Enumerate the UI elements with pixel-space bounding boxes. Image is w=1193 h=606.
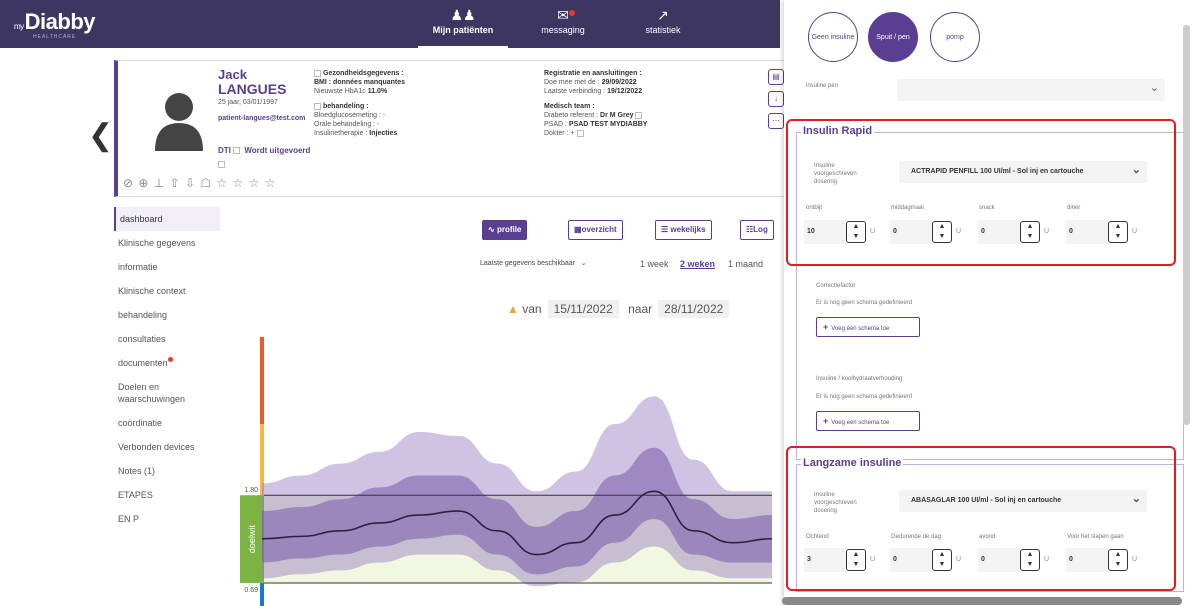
sidebar-item-documents[interactable]: documenten [114, 351, 220, 375]
sidebar-item-coordination[interactable]: coördinatie [114, 411, 220, 435]
plus-icon: + [823, 322, 829, 332]
pill-no-insulin[interactable]: Geen insuline [808, 12, 858, 62]
weekly-button[interactable]: ☰ wekelijks [655, 220, 712, 240]
patient-first-name: Jack [218, 67, 247, 82]
sidebar-item-enp[interactable]: EN P [114, 507, 220, 531]
period-1-month[interactable]: 1 maand [728, 259, 763, 269]
ratio-empty: Er is nog geen schema gedefinieerd [816, 394, 913, 400]
nav-patients[interactable]: ♟♟ Mijn patiënten [418, 5, 508, 48]
users-icon: ♟♟ [450, 7, 476, 23]
chart-icon: ↗ [657, 7, 669, 23]
plus-icon: + [823, 416, 829, 426]
sidebar-item-goals[interactable]: Doelen en waarschuwingen [114, 375, 220, 411]
overview-button[interactable]: ▦overzicht [568, 220, 623, 240]
add-schema-button[interactable]: + Voeg een schema toe [816, 411, 920, 431]
sidebar-item-dashboard[interactable]: dashboard [114, 207, 220, 231]
sidebar-item-notes[interactable]: Notes (1) [114, 459, 220, 483]
sidebar-item-etapes[interactable]: ETAPES [114, 483, 220, 507]
date-from-input[interactable]: 15/11/2022 [547, 300, 619, 318]
sidebar-item-information[interactable]: informatie [114, 255, 220, 279]
registration-column: Registratie en aansluitingen : Doe mee m… [544, 70, 648, 137]
logo-subtitle: HEALTHCARE [33, 34, 77, 40]
patient-card: Jack LANGUES 25 jaar, 03/01/1997 patient… [114, 60, 790, 197]
sidebar: dashboard Klinische gegevens informatie … [114, 207, 220, 606]
profile-button[interactable]: ∿ profile [482, 220, 528, 240]
add-schema-button[interactable]: + Voeg een schema toe [816, 317, 920, 337]
glucose-profile-chart: 1.80 0.69 doelwit [240, 337, 773, 606]
patient-age: 25 jaar, 03/01/1997 [218, 99, 278, 106]
correction-label: Correctiefactor [816, 283, 856, 289]
horizontal-scrollbar[interactable] [782, 597, 1182, 605]
highlight-rapid [786, 119, 1176, 266]
patient-last-name: LANGUES [218, 81, 287, 97]
pill-pump[interactable]: pomp [930, 12, 980, 62]
pill-syringe-pen[interactable]: Spuit / pen [868, 12, 918, 62]
patient-action-icons[interactable]: ⊘ ⊕ ⊥ ⇧ ⇩ ☖ ☆ ☆ ☆ ☆ [123, 176, 276, 190]
vertical-scrollbar[interactable] [1183, 25, 1190, 425]
sidebar-item-clinical-context[interactable]: Klinische context [114, 279, 220, 303]
patient-email[interactable]: patient-langues@test.com [218, 113, 308, 124]
correction-empty: Er is nog geen schema gedefinieerd [816, 300, 913, 306]
date-to-input[interactable]: 28/11/2022 [658, 300, 730, 318]
ratio-label: Insuline / koolhydraatverhouding [816, 376, 903, 382]
nav-statistics[interactable]: ↗ statistiek [618, 5, 708, 48]
app: myDiabby HEALTHCARE ♟♟ Mijn patiënten ✉ … [0, 0, 1193, 606]
sidebar-item-clinical-data[interactable]: Klinische gegevens [114, 231, 220, 255]
highlight-slow [786, 446, 1176, 591]
dashboard-main: ∿ profile ▦overzicht ☰ wekelijks ☷Log La… [220, 207, 780, 606]
y-tick-label: 1.80 [244, 487, 258, 494]
zone-low [260, 583, 264, 606]
top-bar: myDiabby HEALTHCARE ♟♟ Mijn patiënten ✉ … [0, 0, 780, 48]
zone-very-high [260, 337, 264, 425]
list-icon: ☰ [661, 225, 669, 234]
back-chevron-icon[interactable]: ❮ [88, 118, 113, 153]
pdf-icon[interactable]: ▤ [768, 69, 784, 85]
profile-icon: ∿ [488, 225, 495, 234]
log-button[interactable]: ☷Log [740, 220, 774, 240]
logo[interactable]: myDiabby [14, 9, 96, 35]
period-2-weeks[interactable]: 2 weken [680, 259, 715, 269]
insulin-panel: Geen insuline Spuit / pen pomp insuline … [784, 0, 1193, 606]
date-range: ▲ van 15/11/2022 naar 28/11/2022 [507, 300, 735, 318]
more-icon[interactable]: ⋯ [768, 113, 784, 129]
warning-icon: ▲ [507, 302, 519, 316]
pen-select[interactable] [897, 79, 1165, 101]
health-column: Gezondheidsgegevens : BMI : données manq… [314, 69, 406, 137]
period-1-week[interactable]: 1 week [640, 259, 669, 269]
target-label: doelwit [247, 525, 257, 554]
notification-badge [167, 357, 173, 362]
download-icon[interactable]: ↓ [768, 91, 784, 107]
sidebar-item-devices[interactable]: Verbonden devices [114, 435, 220, 459]
avatar [155, 93, 203, 151]
sidebar-item-treatment[interactable]: behandeling [114, 303, 220, 327]
chat-icon: ✉ [557, 7, 569, 23]
pen-label: insuline pen [806, 83, 839, 89]
notification-badge [569, 10, 575, 16]
calendar-icon: ▦ [574, 225, 582, 234]
sidebar-item-consultations[interactable]: consultaties [114, 327, 220, 351]
period-select[interactable]: Laatste gegevens beschikbaar ⌄ [480, 259, 587, 267]
patient-dti: DTI Wordt uitgevoerd [218, 144, 313, 172]
nav-messaging[interactable]: ✉ messaging [518, 5, 608, 48]
y-tick-label: 0.69 [244, 587, 258, 594]
